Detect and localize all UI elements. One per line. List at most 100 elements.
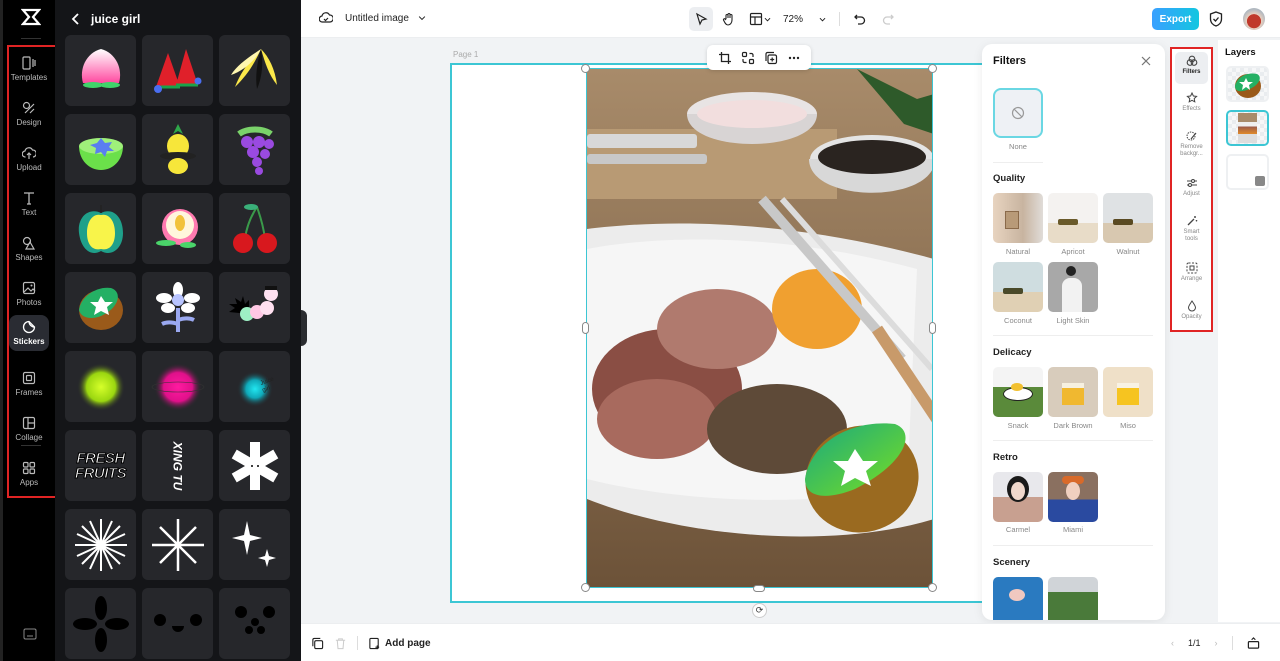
sticker-caterpillar[interactable]: [219, 272, 290, 343]
filter-miso[interactable]: [1103, 367, 1153, 417]
sticker-sparkles[interactable]: [219, 509, 290, 580]
user-avatar[interactable]: [1243, 8, 1265, 30]
rail-item-stickers[interactable]: Stickers: [9, 315, 49, 351]
sticker-four-petal[interactable]: [65, 588, 136, 659]
sticker-cherries[interactable]: [219, 193, 290, 264]
prop-item-remove-background[interactable]: Remove backgr...: [1175, 127, 1208, 161]
document-title[interactable]: Untitled image: [345, 13, 409, 24]
prop-item-filters[interactable]: Filters: [1175, 52, 1208, 84]
page-actions: Add page: [311, 636, 431, 650]
crop-icon[interactable]: [718, 51, 732, 65]
more-options-icon[interactable]: [787, 51, 801, 65]
capcut-logo-icon[interactable]: [3, 8, 58, 32]
panel-collapse-handle[interactable]: [301, 310, 307, 346]
rail-item-upload[interactable]: Upload: [9, 140, 49, 178]
sticker-asterisk[interactable]: [142, 509, 213, 580]
resize-handle-top-left[interactable]: [581, 64, 590, 73]
sticker-bear-face[interactable]: [219, 588, 290, 659]
prev-page-button[interactable]: ‹: [1171, 638, 1174, 648]
filter-scenery-2[interactable]: [1048, 577, 1098, 620]
filter-light-skin[interactable]: [1048, 262, 1098, 312]
sticker-juice-girl-glow[interactable]: Juice girl: [219, 351, 290, 422]
layer-kiwi-sticker[interactable]: [1226, 66, 1269, 102]
bottom-bar: Add page ‹ 1/1 ›: [301, 623, 1280, 661]
filter-natural[interactable]: [993, 193, 1043, 243]
duplicate-icon[interactable]: [764, 51, 778, 65]
sticker-starburst[interactable]: [65, 509, 136, 580]
prop-item-smart-tools[interactable]: Smart tools: [1175, 212, 1208, 246]
resize-handle-bottom[interactable]: [753, 585, 765, 592]
filter-snack[interactable]: [993, 367, 1043, 417]
redo-button[interactable]: [876, 7, 900, 31]
sticker-peach-half[interactable]: [142, 193, 213, 264]
prop-item-opacity[interactable]: Opacity: [1175, 297, 1208, 324]
rail-item-label: Text: [21, 208, 37, 217]
rail-item-photos[interactable]: Photos: [9, 275, 49, 313]
sticker-asterisk-face[interactable]: [219, 430, 290, 501]
filter-miami[interactable]: [1048, 472, 1098, 522]
shield-check-icon[interactable]: [1209, 11, 1223, 27]
filter-none[interactable]: [993, 88, 1043, 138]
filter-dark-brown[interactable]: [1048, 367, 1098, 417]
layer-food-photo[interactable]: [1226, 110, 1269, 146]
prop-item-effects[interactable]: Effects: [1175, 89, 1208, 116]
delete-page-icon[interactable]: [334, 637, 347, 650]
resize-handle-left[interactable]: [582, 322, 589, 334]
filter-apricot[interactable]: [1048, 193, 1098, 243]
resize-handle-bottom-right[interactable]: [928, 583, 937, 592]
sticker-grapes[interactable]: [219, 114, 290, 185]
rail-item-design[interactable]: Design: [9, 95, 49, 133]
section-title-scenery: Scenery: [993, 557, 1030, 568]
zoom-dropdown[interactable]: 72%: [779, 7, 831, 31]
chevron-down-icon: [764, 17, 770, 21]
rail-item-templates[interactable]: Templates: [9, 50, 49, 88]
prop-item-arrange[interactable]: Arrange: [1175, 259, 1208, 286]
duplicate-page-icon[interactable]: [311, 637, 324, 650]
resize-handle-right[interactable]: [929, 322, 936, 334]
resize-handle-top-right[interactable]: [928, 64, 937, 73]
sticker-pink-glow[interactable]: [142, 351, 213, 422]
rail-item-shapes[interactable]: Shapes: [9, 230, 49, 268]
sticker-pineapple-ufo[interactable]: [142, 114, 213, 185]
rail-item-text[interactable]: Text: [9, 185, 49, 223]
close-icon[interactable]: [1140, 55, 1152, 67]
prop-item-adjust[interactable]: Adjust: [1175, 174, 1208, 201]
filter-label: Natural: [1005, 247, 1031, 256]
filter-label: Coconut: [1004, 316, 1032, 325]
undo-button[interactable]: [848, 7, 872, 31]
hand-tool-button[interactable]: [717, 7, 741, 31]
rotate-handle[interactable]: ⟳: [752, 603, 767, 618]
add-page-button[interactable]: Add page: [368, 637, 431, 650]
sticker-face-dots[interactable]: [142, 588, 213, 659]
sticker-bananas[interactable]: [219, 35, 290, 106]
filter-scenery-1[interactable]: [993, 577, 1043, 620]
chevron-down-icon[interactable]: [417, 13, 427, 23]
filter-walnut[interactable]: [1103, 193, 1153, 243]
export-button[interactable]: Export: [1152, 8, 1199, 30]
sticker-fresh-fruits-text[interactable]: FRESH FRUITS: [65, 430, 136, 501]
food-photo-element[interactable]: [586, 68, 933, 588]
keyboard-shortcuts-icon[interactable]: [23, 627, 37, 640]
layer-background[interactable]: [1226, 154, 1269, 190]
resize-handle-bottom-left[interactable]: [581, 583, 590, 592]
replace-icon[interactable]: [741, 51, 755, 65]
sticker-kiwi-bowl[interactable]: [65, 114, 136, 185]
page-panel-toggle-icon[interactable]: [1247, 636, 1260, 650]
rail-item-apps[interactable]: Apps: [9, 455, 49, 493]
sticker-green-glow[interactable]: [65, 351, 136, 422]
filter-coconut[interactable]: [993, 262, 1043, 312]
next-page-button[interactable]: ›: [1215, 638, 1218, 648]
sticker-peach[interactable]: [65, 35, 136, 106]
sticker-kiwi-half[interactable]: [65, 272, 136, 343]
sticker-apple[interactable]: [65, 193, 136, 264]
select-tool-button[interactable]: [689, 7, 713, 31]
sticker-watermelon[interactable]: [142, 35, 213, 106]
filter-carmel[interactable]: [993, 472, 1043, 522]
sticker-flower[interactable]: [142, 272, 213, 343]
sticker-xing-tu-text[interactable]: XING TU: [142, 430, 213, 501]
rail-item-frames[interactable]: Frames: [9, 365, 49, 403]
back-arrow-icon[interactable]: [69, 12, 83, 26]
arrange-icon: [1186, 262, 1197, 274]
layout-dropdown-button[interactable]: [745, 7, 775, 31]
rail-item-collage[interactable]: Collage: [9, 410, 49, 448]
